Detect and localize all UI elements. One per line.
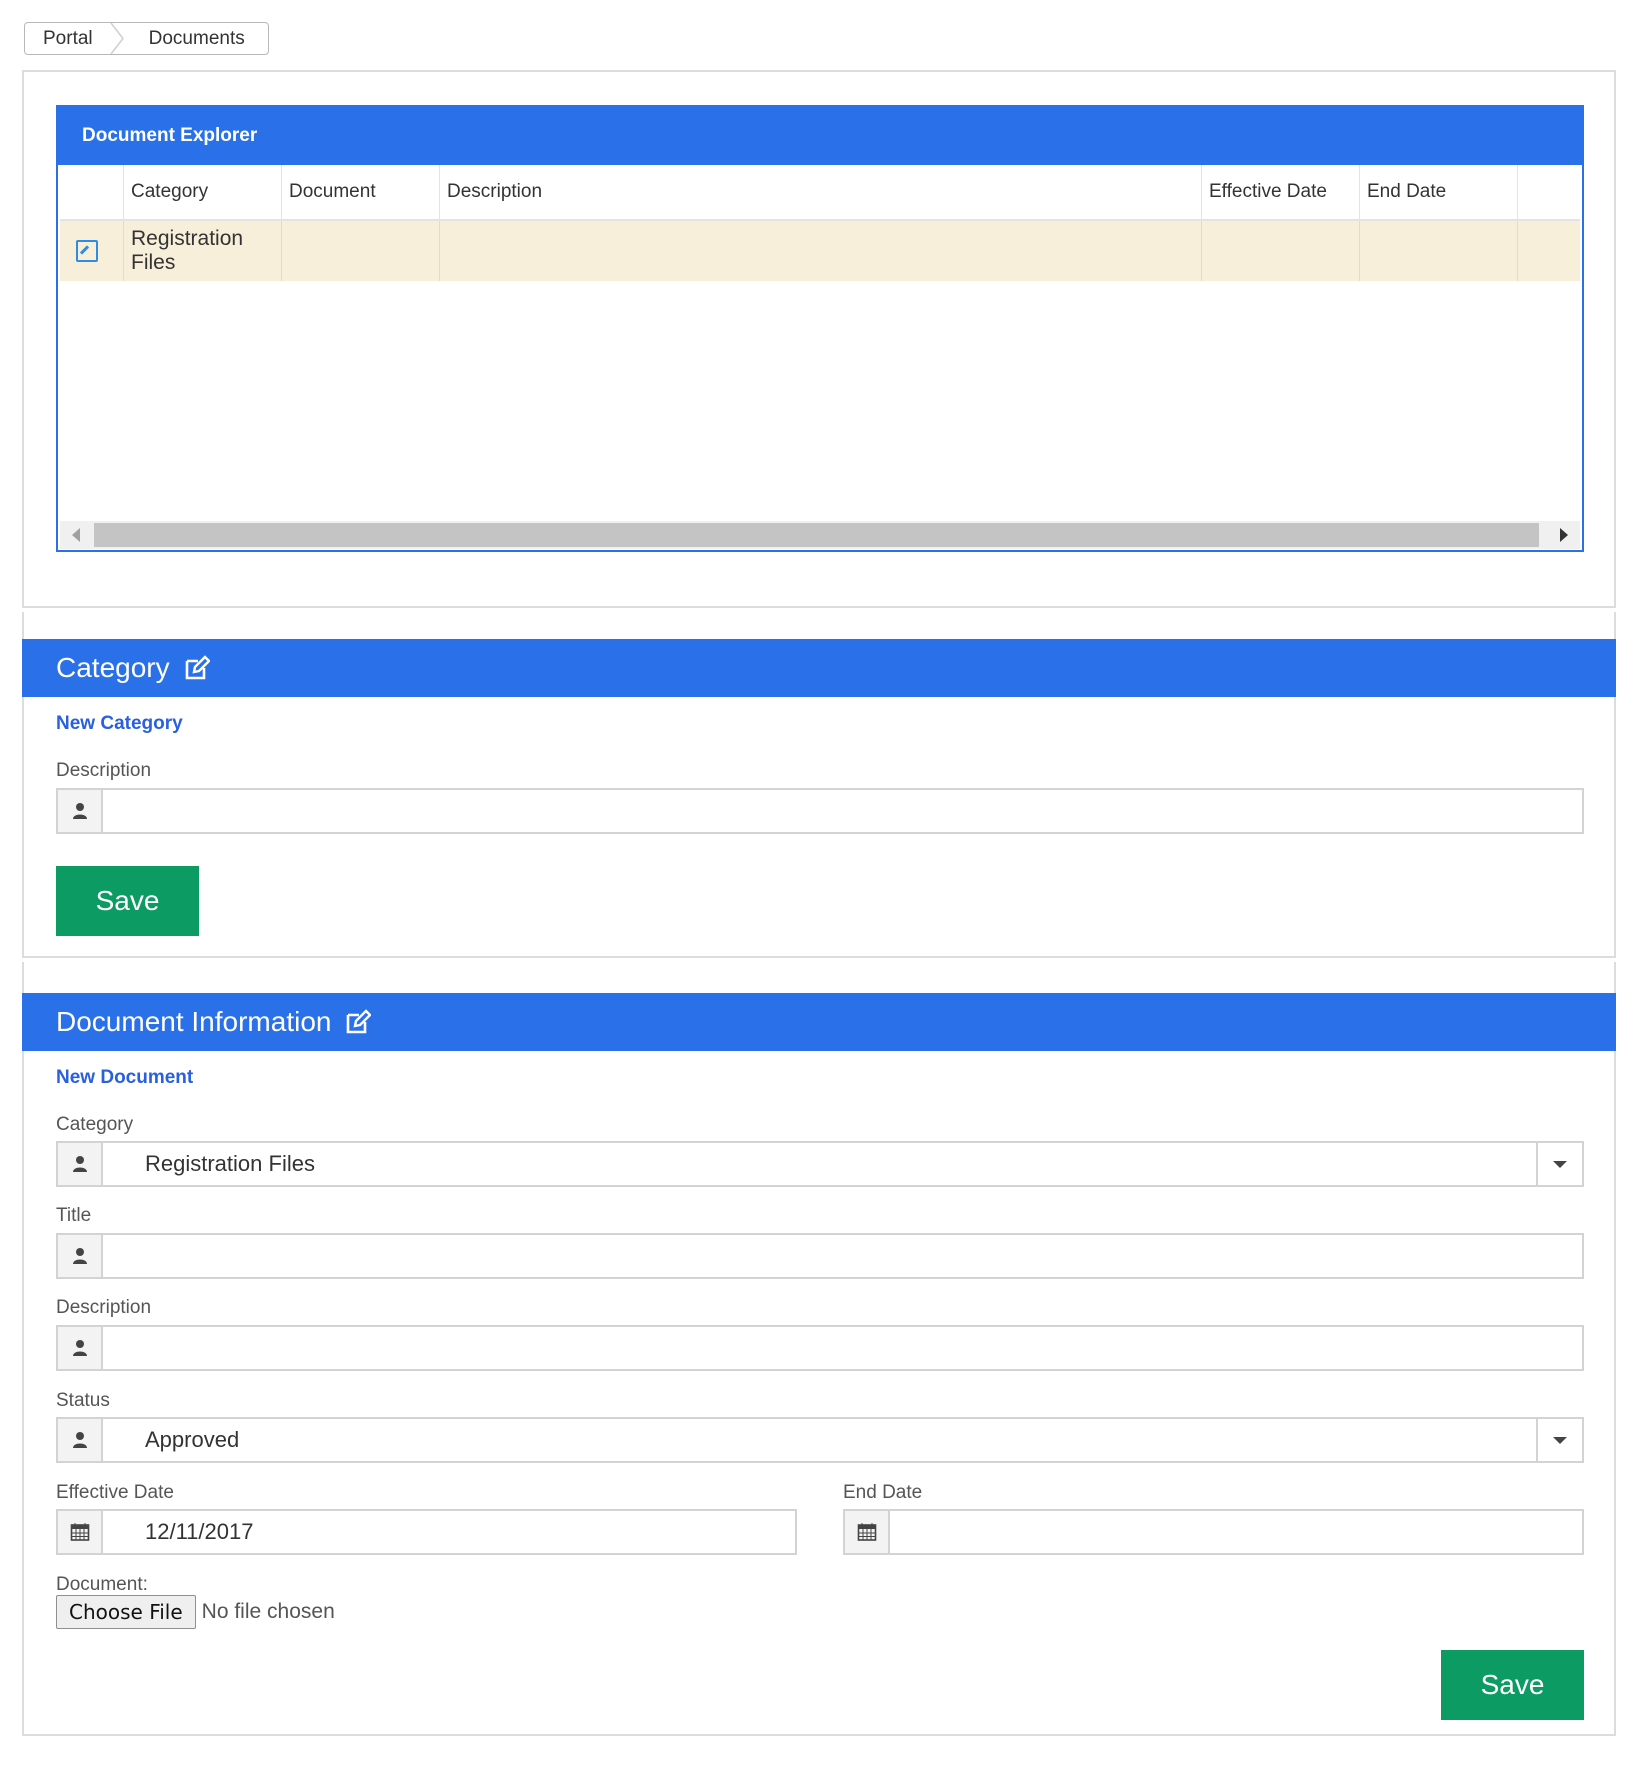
category-description-label: Description <box>56 760 152 781</box>
breadcrumb-separator-icon <box>109 23 127 54</box>
end-date-input[interactable] <box>890 1511 1582 1553</box>
column-effective-date[interactable]: Effective Date <box>1202 165 1360 219</box>
column-end-date[interactable]: End Date <box>1360 165 1518 219</box>
file-upload: Choose File No file chosen <box>56 1595 335 1629</box>
explorer-title: Document Explorer <box>58 107 1582 165</box>
calendar-icon[interactable] <box>58 1511 103 1553</box>
breadcrumb-documents[interactable]: Documents <box>127 28 245 50</box>
breadcrumb: Portal Documents <box>24 22 269 55</box>
column-document[interactable]: Document <box>282 165 440 219</box>
scroll-left-icon[interactable] <box>72 528 80 542</box>
title-field[interactable] <box>56 1233 1584 1279</box>
user-icon <box>58 1143 103 1185</box>
status-select[interactable]: Approved <box>56 1417 1584 1463</box>
document-section-title: Document Information <box>56 1006 332 1037</box>
document-save-button[interactable]: Save <box>1441 1650 1584 1720</box>
row-edit-cell[interactable] <box>60 221 124 281</box>
user-icon <box>58 1235 103 1277</box>
no-file-text: No file chosen <box>201 1600 335 1623</box>
category-select-value[interactable]: Registration Files <box>103 1143 1536 1185</box>
grid-header: Category Document Description Effective … <box>60 165 1580 221</box>
effective-date-field[interactable]: 12/11/2017 <box>56 1509 797 1555</box>
user-icon <box>58 1327 103 1369</box>
document-section-header: Document Information <box>22 993 1616 1051</box>
end-date-label: End Date <box>843 1482 923 1503</box>
title-label: Title <box>56 1205 92 1226</box>
status-label: Status <box>56 1390 110 1411</box>
status-select-value[interactable]: Approved <box>103 1419 1536 1461</box>
description-field[interactable] <box>56 1325 1584 1371</box>
new-document-link[interactable]: New Document <box>56 1067 193 1089</box>
breadcrumb-portal[interactable]: Portal <box>25 28 109 50</box>
horizontal-scrollbar[interactable] <box>60 521 1580 549</box>
user-icon <box>58 1419 103 1461</box>
table-row[interactable]: Registration Files <box>60 221 1580 281</box>
scrollbar-thumb[interactable] <box>94 523 1539 547</box>
effective-date-label: Effective Date <box>56 1482 174 1503</box>
category-section-header: Category <box>22 639 1616 697</box>
user-icon <box>58 790 103 832</box>
category-description-field[interactable] <box>56 788 1584 834</box>
category-section-title: Category <box>56 652 170 683</box>
column-description[interactable]: Description <box>440 165 1202 219</box>
edit-icon <box>185 655 210 680</box>
category-label: Category <box>56 1114 134 1135</box>
document-label: Document: <box>56 1574 148 1595</box>
description-label: Description <box>56 1297 152 1318</box>
cell-end-date <box>1360 221 1518 281</box>
description-input[interactable] <box>103 1327 1582 1369</box>
chevron-down-icon[interactable] <box>1536 1143 1582 1185</box>
scroll-right-icon[interactable] <box>1560 528 1568 542</box>
cell-document <box>282 221 440 281</box>
effective-date-input[interactable]: 12/11/2017 <box>103 1511 795 1553</box>
grid-header-select <box>60 165 124 219</box>
new-category-link[interactable]: New Category <box>56 713 183 735</box>
category-save-button[interactable]: Save <box>56 866 199 936</box>
cell-category: Registration Files <box>124 221 282 281</box>
category-select[interactable]: Registration Files <box>56 1141 1584 1187</box>
cell-filler <box>1518 221 1580 281</box>
end-date-field[interactable] <box>843 1509 1584 1555</box>
calendar-icon[interactable] <box>845 1511 890 1553</box>
edit-icon <box>347 1009 372 1034</box>
title-input[interactable] <box>103 1235 1582 1277</box>
grid-header-filler <box>1518 165 1580 219</box>
column-category[interactable]: Category <box>124 165 282 219</box>
edit-icon[interactable] <box>76 240 98 262</box>
chevron-down-icon[interactable] <box>1536 1419 1582 1461</box>
cell-description <box>440 221 1202 281</box>
cell-effective-date <box>1202 221 1360 281</box>
category-description-input[interactable] <box>103 790 1582 832</box>
choose-file-button[interactable]: Choose File <box>56 1595 196 1629</box>
document-explorer: Document Explorer Category Document Desc… <box>56 105 1584 552</box>
